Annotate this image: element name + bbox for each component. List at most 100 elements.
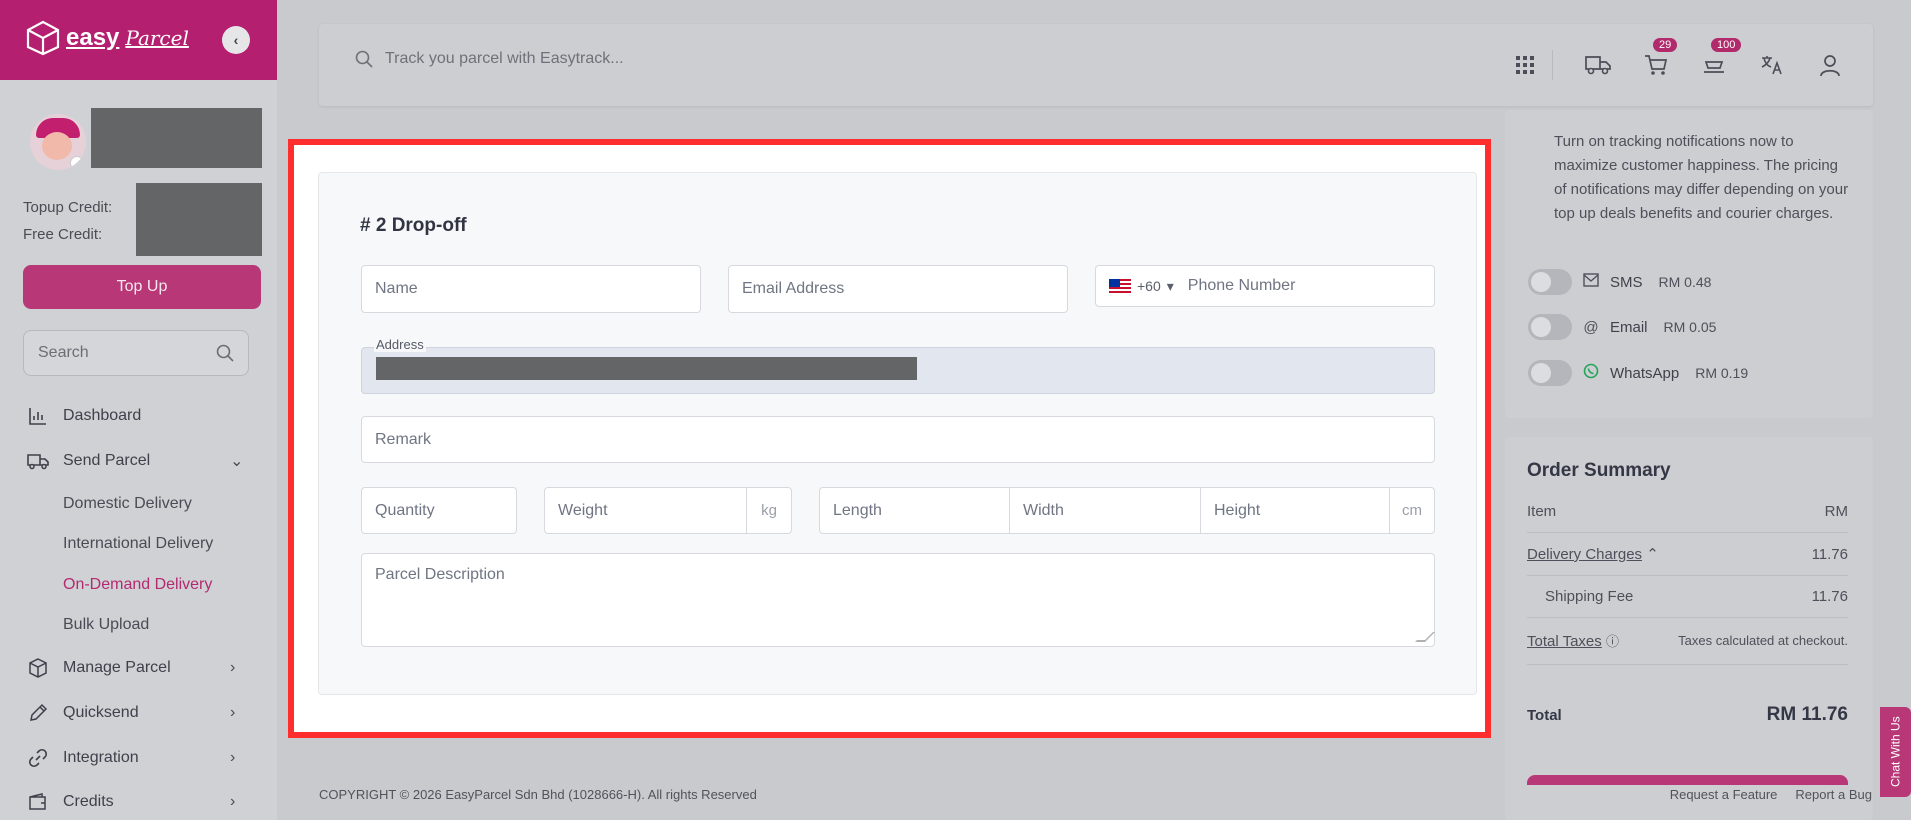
total-label: Total xyxy=(1527,706,1562,724)
flag-icon xyxy=(70,156,84,170)
delivery-charges-row: Delivery Charges ⌃ 11.76 xyxy=(1527,545,1848,564)
sidebar-item-quicksend[interactable]: Quicksend › xyxy=(0,693,277,733)
order-summary-title: Order Summary xyxy=(1527,460,1671,481)
item-header: Item xyxy=(1527,503,1557,520)
chevron-right-icon: › xyxy=(230,793,236,810)
sidebar-item-label: Integration xyxy=(63,749,139,766)
sidebar-item-send-parcel[interactable]: Send Parcel ⌄ xyxy=(0,441,277,481)
weight-unit: kg xyxy=(746,488,791,533)
whatsapp-toggle[interactable] xyxy=(1528,360,1572,386)
chevron-up-icon: ⌃ xyxy=(1646,546,1659,563)
whatsapp-label: WhatsApp xyxy=(1610,364,1680,382)
bar-chart-icon xyxy=(27,405,49,427)
top-bar: Track you parcel with Easytrack... 29 10… xyxy=(319,24,1873,106)
phone-code: +60 xyxy=(1137,278,1161,294)
parcel-description-placeholder: Parcel Description xyxy=(375,566,505,583)
resize-handle-icon[interactable] xyxy=(1415,632,1435,642)
sms-label: SMS xyxy=(1610,273,1643,291)
delivery-charges-value: 11.76 xyxy=(1811,545,1848,563)
sidebar-search-placeholder: Search xyxy=(38,344,89,361)
info-icon[interactable]: ⓘ xyxy=(1606,634,1619,649)
whatsapp-icon xyxy=(1582,363,1600,383)
length-field[interactable]: Length xyxy=(819,487,1010,534)
sidebar-item-label: Dashboard xyxy=(63,407,142,424)
apps-grid-icon[interactable] xyxy=(1512,52,1538,78)
report-bug-link[interactable]: Report a Bug xyxy=(1795,787,1872,802)
total-taxes-value: Taxes calculated at checkout. xyxy=(1678,633,1848,648)
email-notification-row: @ Email RM 0.05 xyxy=(1528,314,1716,340)
remark-placeholder: Remark xyxy=(375,430,432,448)
quantity-field[interactable]: Quantity xyxy=(361,487,517,534)
sidebar-subitem-international-delivery[interactable]: International Delivery xyxy=(63,535,213,553)
sidebar-subitem-domestic-delivery[interactable]: Domestic Delivery xyxy=(63,495,192,513)
chevron-right-icon: › xyxy=(230,749,236,766)
cart-icon[interactable]: 29 xyxy=(1643,38,1678,78)
order-summary-header-row: Item RM xyxy=(1527,503,1848,520)
sidebar: easy Parcel ‹ Topup Credit: Free Credit: … xyxy=(0,0,277,820)
country-code-select[interactable]: +60 ▾ xyxy=(1109,278,1174,295)
user-profile-icon[interactable] xyxy=(1817,52,1843,78)
sidebar-item-label: Manage Parcel xyxy=(63,659,171,676)
sidebar-item-credits[interactable]: Credits › xyxy=(0,782,277,820)
wallet-icon xyxy=(27,791,49,813)
shipping-fee-row: Shipping Fee 11.76 xyxy=(1527,588,1848,605)
easytrack-search-input[interactable]: Track you parcel with Easytrack... xyxy=(355,50,624,68)
total-row: Total RM 11.76 xyxy=(1527,704,1848,726)
shipping-fee-value: 11.76 xyxy=(1811,588,1848,605)
quantity-placeholder: Quantity xyxy=(375,501,435,519)
link-icon xyxy=(27,747,49,769)
sidebar-search-input[interactable]: Search xyxy=(23,330,249,376)
sidebar-item-dashboard[interactable]: Dashboard xyxy=(0,396,277,436)
delivery-charges-toggle[interactable]: Delivery Charges ⌃ xyxy=(1527,545,1659,563)
whatsapp-price: RM 0.19 xyxy=(1695,365,1749,381)
sms-notification-row: SMS RM 0.48 xyxy=(1528,269,1711,295)
easytrack-search-placeholder: Track you parcel with Easytrack... xyxy=(385,50,624,67)
sidebar-item-manage-parcel[interactable]: Manage Parcel › xyxy=(0,648,277,688)
pencil-icon xyxy=(27,702,49,724)
parcel-description-field[interactable]: Parcel Description xyxy=(361,553,1435,647)
checkout-button[interactable] xyxy=(1527,775,1848,785)
email-toggle[interactable] xyxy=(1528,314,1572,340)
email-label: Email xyxy=(1610,318,1648,336)
chevron-down-icon: ⌄ xyxy=(230,453,244,470)
notifications-description: Turn on tracking notifications now to ma… xyxy=(1554,133,1849,222)
sms-price: RM 0.48 xyxy=(1658,274,1712,290)
chat-with-us-tab[interactable]: Chat With Us xyxy=(1880,707,1911,797)
length-placeholder: Length xyxy=(833,501,882,519)
chevron-left-icon: ‹ xyxy=(233,32,239,48)
phone-field[interactable]: +60 ▾ Phone Number xyxy=(1095,265,1435,307)
sidebar-subitem-bulk-upload[interactable]: Bulk Upload xyxy=(63,616,149,634)
notification-icon[interactable]: 100 xyxy=(1701,38,1742,78)
collapse-sidebar-button[interactable]: ‹ xyxy=(222,26,250,54)
sidebar-item-label: Send Parcel xyxy=(63,452,151,469)
caret-down-icon: ▾ xyxy=(1166,277,1174,294)
mail-icon xyxy=(1582,273,1600,291)
free-credit-label: Free Credit: xyxy=(23,226,103,243)
logo-word: easy xyxy=(66,24,120,51)
height-field[interactable]: Height cm xyxy=(1200,487,1435,534)
whatsapp-notification-row: WhatsApp RM 0.19 xyxy=(1528,360,1748,386)
logo[interactable]: easy Parcel xyxy=(26,20,189,56)
shipping-fee-label: Shipping Fee xyxy=(1545,588,1634,605)
remark-field[interactable]: Remark xyxy=(361,416,1435,463)
redacted-credits xyxy=(136,183,262,256)
translate-icon[interactable] xyxy=(1759,52,1785,78)
top-bar-icons: 29 100 xyxy=(1512,24,1843,106)
weight-field[interactable]: Weight kg xyxy=(544,487,792,534)
address-label: Address xyxy=(374,337,426,352)
avatar[interactable] xyxy=(30,114,86,170)
sidebar-subitem-on-demand-delivery[interactable]: On-Demand Delivery xyxy=(63,576,212,594)
width-field[interactable]: Width xyxy=(1009,487,1201,534)
sidebar-item-integration[interactable]: Integration › xyxy=(0,738,277,778)
currency-header: RM xyxy=(1824,503,1848,520)
cart-count-badge: 29 xyxy=(1653,38,1678,52)
drop-off-title: # 2 Drop-off xyxy=(360,215,467,236)
footer-links: Request a Feature Report a Bug xyxy=(1670,787,1872,802)
request-feature-link[interactable]: Request a Feature xyxy=(1670,787,1778,802)
sms-toggle[interactable] xyxy=(1528,269,1572,295)
name-field[interactable]: Name xyxy=(361,265,701,313)
truck-icon[interactable] xyxy=(1585,52,1611,78)
email-field[interactable]: Email Address xyxy=(728,265,1068,313)
topup-button[interactable]: Top Up xyxy=(23,265,261,309)
sidebar-item-label: Credits xyxy=(63,793,114,810)
